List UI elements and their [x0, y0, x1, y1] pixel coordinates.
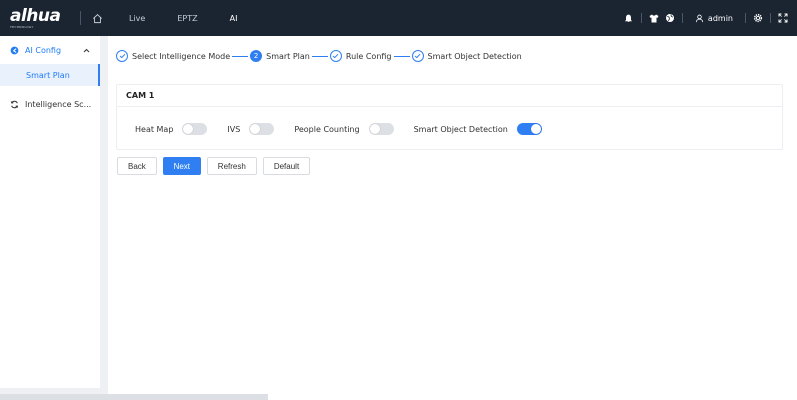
- sidebar-group-label: AI Config: [25, 45, 62, 55]
- default-button[interactable]: Default: [262, 157, 311, 175]
- camera-card: CAM 1 Heat Map IVS People Counting Smart…: [116, 84, 783, 150]
- camera-title: CAM 1: [117, 85, 782, 107]
- switch-knob: [183, 124, 194, 134]
- check-icon: [329, 50, 342, 62]
- toggle-smart-object-detection: Smart Object Detection: [414, 123, 542, 135]
- toggle-label: IVS: [227, 124, 241, 134]
- switch-knob: [250, 124, 261, 134]
- step-smart-object-detection[interactable]: Smart Object Detection: [411, 50, 522, 62]
- sidebar-item-smart-plan[interactable]: Smart Plan: [0, 64, 100, 86]
- step-label: Smart Object Detection: [427, 51, 522, 61]
- ai-icon: [10, 46, 19, 54]
- divider: [770, 13, 771, 23]
- status-bar: [0, 394, 268, 400]
- heat-map-switch[interactable]: [182, 123, 208, 135]
- back-button[interactable]: Back: [117, 157, 157, 175]
- divider: [640, 13, 642, 23]
- sidebar: AI Config Smart Plan Intelligence Sc...: [0, 36, 100, 388]
- check-icon: [116, 50, 128, 62]
- step-select-mode[interactable]: Select Intelligence Mode: [116, 50, 230, 62]
- switch-knob: [530, 124, 541, 134]
- fullscreen-icon[interactable]: [775, 13, 791, 23]
- step-connector: [232, 55, 249, 57]
- step-label: Rule Config: [345, 51, 392, 61]
- username: admin: [707, 13, 733, 23]
- home-icon[interactable]: [81, 13, 113, 24]
- step-label: Select Intelligence Mode: [132, 51, 231, 61]
- toggle-people-counting: People Counting: [294, 123, 394, 135]
- toggle-label: Heat Map: [135, 124, 174, 134]
- main-panel: Select Intelligence Mode 2 Smart Plan Ru…: [108, 36, 797, 400]
- user-icon: [695, 14, 703, 22]
- step-connector: [393, 55, 410, 57]
- bell-icon[interactable]: [621, 14, 637, 23]
- action-buttons: Back Next Refresh Default: [117, 157, 311, 175]
- sidebar-item-label: Smart Plan: [26, 70, 70, 80]
- user-menu[interactable]: admin: [687, 14, 741, 23]
- main-nav: Live EPTZ AI: [113, 14, 253, 23]
- feature-toggles: Heat Map IVS People Counting Smart Objec…: [117, 107, 782, 151]
- people-counting-switch[interactable]: [368, 123, 394, 135]
- wizard-steps: Select Intelligence Mode 2 Smart Plan Ru…: [116, 50, 522, 62]
- globe-icon[interactable]: [662, 13, 678, 23]
- sidebar-item-label: Intelligence Sc...: [25, 99, 92, 109]
- nav-ai[interactable]: AI: [214, 14, 254, 23]
- toggle-label: Smart Object Detection: [413, 124, 508, 134]
- top-bar: alhua TECHNOLOGY Live EPTZ AI admin: [0, 0, 797, 36]
- logo-tagline: TECHNOLOGY: [10, 24, 34, 29]
- refresh-button[interactable]: Refresh: [206, 157, 257, 175]
- header-tools: admin: [621, 0, 797, 36]
- divider: [745, 13, 746, 23]
- sync-icon: [10, 100, 19, 108]
- next-button[interactable]: Next: [162, 157, 201, 175]
- ivs-switch[interactable]: [249, 123, 275, 135]
- dahua-logo[interactable]: alhua TECHNOLOGY: [0, 5, 80, 29]
- switch-knob: [369, 124, 380, 134]
- gear-icon[interactable]: [750, 13, 766, 23]
- chevron-up-icon[interactable]: [83, 48, 90, 53]
- shirt-icon[interactable]: [646, 14, 662, 23]
- check-icon: [411, 50, 424, 62]
- nav-live[interactable]: Live: [113, 14, 161, 23]
- step-number: 2: [250, 50, 263, 62]
- step-connector: [311, 55, 328, 57]
- sidebar-item-intelligence[interactable]: Intelligence Sc...: [0, 90, 100, 118]
- sidebar-group-ai-config[interactable]: AI Config: [0, 36, 100, 64]
- step-rule-config[interactable]: Rule Config: [329, 50, 392, 62]
- toggle-ivs: IVS: [227, 123, 275, 135]
- step-smart-plan[interactable]: 2 Smart Plan: [250, 50, 310, 62]
- step-label: Smart Plan: [266, 51, 310, 61]
- logo-text: alhua: [10, 5, 61, 26]
- smart-object-detection-switch[interactable]: [516, 123, 542, 135]
- nav-eptz[interactable]: EPTZ: [161, 14, 213, 23]
- divider: [681, 13, 683, 23]
- toggle-heat-map: Heat Map: [135, 123, 208, 135]
- toggle-label: People Counting: [294, 124, 360, 134]
